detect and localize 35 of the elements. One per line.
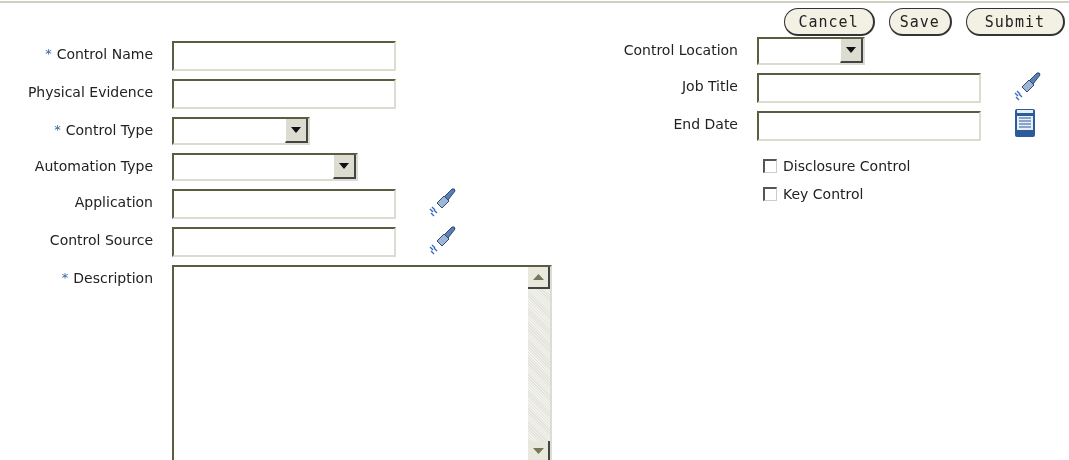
text-field[interactable]	[172, 41, 396, 71]
checkbox-option[interactable]: Disclosure Control	[763, 155, 1042, 177]
form-button[interactable]: Save	[888, 8, 952, 36]
checkbox[interactable]	[763, 187, 777, 201]
checkbox-option[interactable]: Key Control	[763, 183, 1042, 205]
field-label: Control Location	[623, 42, 738, 58]
field-label: Control Source	[49, 232, 153, 248]
required-mark: *	[61, 270, 69, 286]
text-field[interactable]	[172, 189, 396, 219]
dropdown-field[interactable]	[172, 117, 310, 145]
required-mark: *	[54, 122, 61, 138]
field-label: Job Title	[681, 78, 738, 94]
scroll-down-icon[interactable]	[528, 441, 550, 460]
scroll-up-icon[interactable]	[528, 267, 550, 289]
field-label: Description	[73, 270, 153, 286]
field-label: Control Type	[65, 122, 153, 138]
field-label: End Date	[673, 116, 738, 132]
field-label: Physical Evidence	[27, 84, 153, 100]
text-field[interactable]	[172, 227, 396, 257]
text-field[interactable]	[757, 73, 981, 103]
dropdown-field[interactable]	[757, 37, 865, 65]
flashlight-icon[interactable]	[427, 223, 457, 255]
text-field[interactable]	[757, 111, 981, 141]
text-field[interactable]	[172, 79, 396, 109]
checkbox[interactable]	[763, 159, 777, 173]
field-label: Application	[74, 194, 153, 210]
flashlight-icon[interactable]	[1012, 69, 1042, 101]
field-label: Automation Type	[34, 158, 153, 174]
flashlight-icon[interactable]	[427, 185, 457, 217]
dropdown-field[interactable]	[172, 153, 358, 181]
form-button[interactable]: Submit	[965, 8, 1065, 36]
form-button[interactable]: Cancel	[783, 8, 875, 36]
field-label: Control Name	[56, 46, 153, 62]
required-mark: *	[45, 46, 52, 62]
calendar-icon[interactable]	[1012, 107, 1038, 139]
